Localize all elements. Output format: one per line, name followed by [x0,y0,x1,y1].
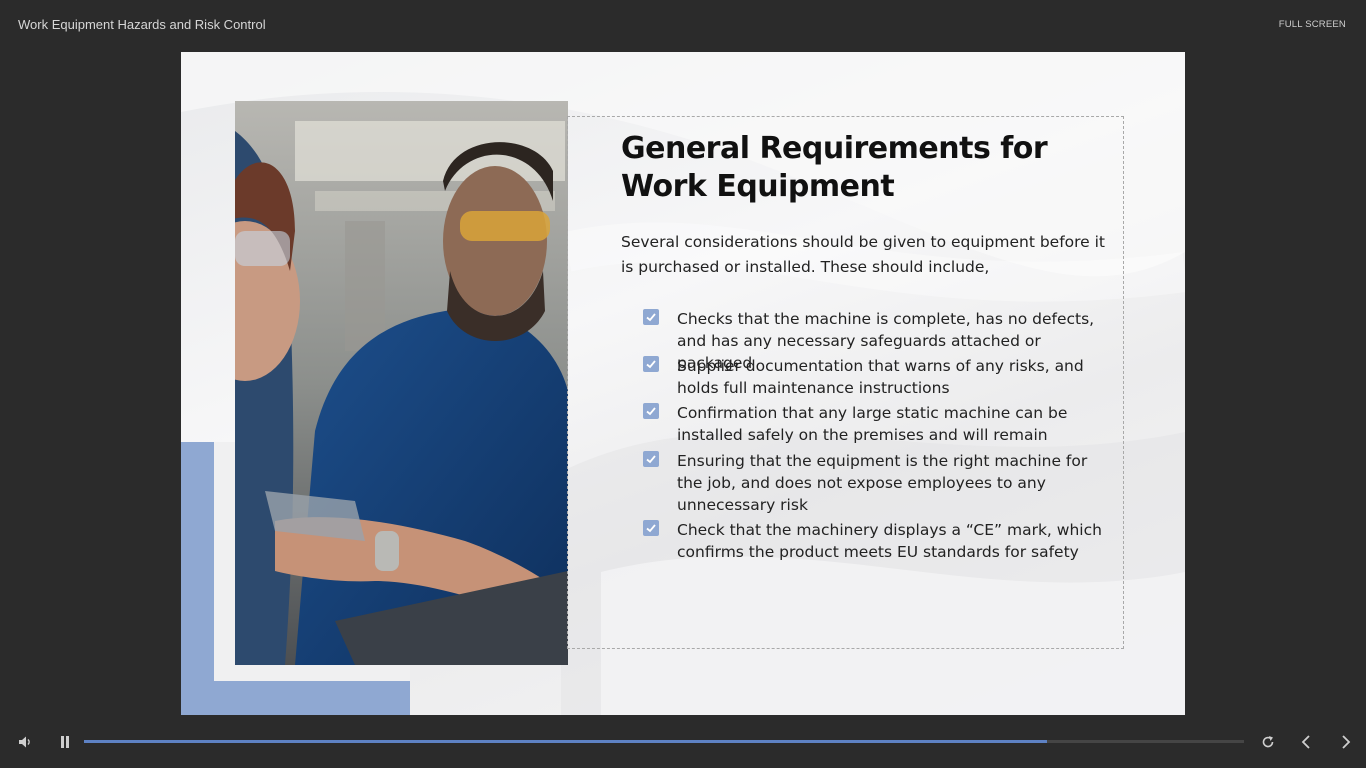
checkbox-checked-icon [643,520,659,536]
checklist-item-text: Confirmation that any large static machi… [677,404,1068,444]
checklist-item-text: Supplier documentation that warns of any… [677,357,1084,397]
checkbox-checked-icon [643,356,659,372]
checklist-item-text: Check that the machinery displays a “CE”… [677,521,1102,561]
checkbox-checked-icon [643,309,659,325]
player-controls [0,718,1366,768]
checklist-item-text: Ensuring that the equipment is the right… [677,452,1088,514]
slide-intro: Several considerations should be given t… [621,233,1106,276]
workers-photo [235,101,568,665]
workers-with-safety-glasses-photo-icon [235,101,568,665]
checkbox-checked-icon [643,451,659,467]
previous-icon[interactable] [1299,734,1313,755]
slide: General Requirements for Work Equipment … [181,52,1185,715]
pause-icon[interactable] [58,734,72,755]
slide-heading: General Requirements for Work Equipment [621,131,1048,204]
checkbox-checked-icon [643,403,659,419]
replay-icon[interactable] [1260,734,1276,755]
next-icon[interactable] [1339,734,1353,755]
full-screen-button[interactable]: FULL SCREEN [1279,19,1346,30]
course-title: Work Equipment Hazards and Risk Control [18,17,266,32]
title-bar: Work Equipment Hazards and Risk Control … [0,0,1366,50]
progress-fill [84,740,1047,743]
progress-bar[interactable] [84,740,1244,743]
volume-icon[interactable] [17,734,33,755]
